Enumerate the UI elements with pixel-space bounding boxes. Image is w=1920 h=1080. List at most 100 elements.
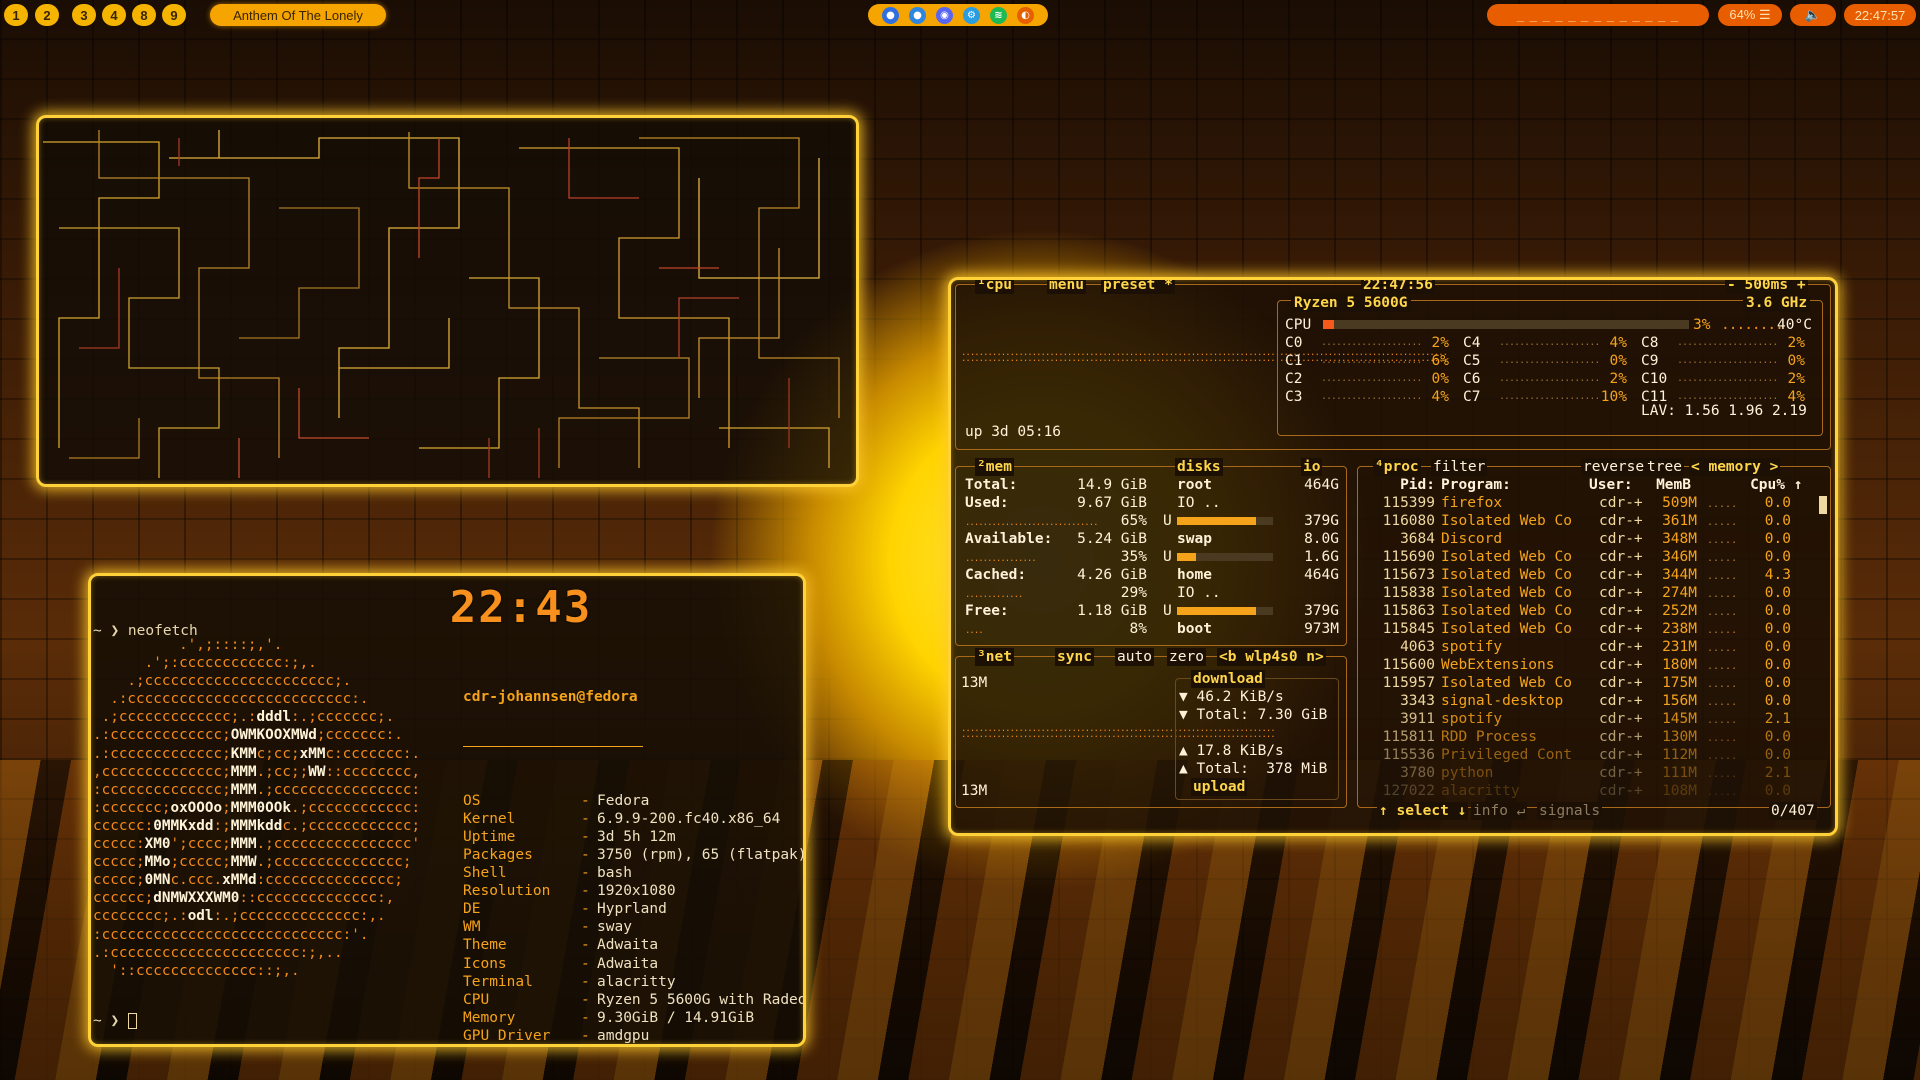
menu-tab[interactable]: menu [1047, 280, 1086, 294]
core-label: C10 [1641, 371, 1668, 387]
cpu-tab[interactable]: ¹cpu [975, 280, 1014, 294]
proc-row[interactable]: 116080 Isolated Web Co cdr-+ 361M..... 0.0 [1363, 512, 1791, 532]
info-value: Ryzen 5 5600G with Radeo [597, 991, 806, 1008]
settings-icon[interactable]: ⚙ [963, 6, 980, 24]
proc-row[interactable]: 115673 Isolated Web Co cdr-+ 344M..... 4.3 [1363, 566, 1791, 586]
proc-program: spotify [1441, 639, 1503, 655]
battery-status[interactable]: 64% ☰ [1718, 4, 1782, 26]
proc-program: Isolated Web Co [1441, 585, 1572, 601]
proc-row[interactable]: 115536 Privileged Cont cdr-+ 112M..... 0.0 [1363, 746, 1791, 766]
mem-value: 1.18 GiB [1077, 603, 1147, 619]
info-key: GPU Driver [463, 1027, 551, 1044]
net-zero[interactable]: zero [1167, 648, 1206, 666]
terminal-window[interactable]: 22:43 ~ ❯ neofetch .',;::::;,'. .';:cccc… [88, 573, 806, 1047]
info-value: alacritty [597, 973, 676, 990]
proc-reverse[interactable]: reverse [1581, 458, 1647, 476]
proc-user: cdr-+ [1599, 765, 1643, 781]
proc-pid: 3911 [1400, 711, 1435, 727]
proc-mem: 509M [1662, 495, 1697, 511]
proc-select[interactable]: ↑ select ↓ [1377, 802, 1469, 820]
proc-program: Privileged Cont [1441, 747, 1572, 763]
core-pct: 2% [1609, 371, 1627, 387]
workspace-3[interactable]: 3 [72, 4, 96, 26]
core-pct: 2% [1787, 335, 1805, 351]
btop-window[interactable]: ¹cpu menu preset * 22:47:56 - 500ms + ..… [948, 277, 1838, 836]
proc-mem: 361M [1662, 513, 1697, 529]
cpu-total-label: CPU [1285, 317, 1312, 333]
core-label: C2 [1285, 371, 1303, 387]
terminal-prompt[interactable]: ~ ❯ [93, 1012, 137, 1030]
proc-row[interactable]: 115957 Isolated Web Co cdr-+ 175M..... 0.0 [1363, 674, 1791, 694]
neofetch-info: cdr-johannsen@fedora OS - Fedora Kernel -6.9… [463, 652, 806, 1044]
speaker-icon[interactable]: 🔈 [1790, 4, 1836, 26]
proc-row[interactable]: 115863 Isolated Web Co cdr-+ 252M..... 0.0 [1363, 602, 1791, 622]
info-divider [463, 746, 643, 748]
workspace-8[interactable]: 8 [132, 4, 156, 26]
proc-row[interactable]: 3343 signal-desktop cdr-+ 156M..... 0.0 [1363, 692, 1791, 712]
net-interface[interactable]: <b wlp4s0 n> [1217, 648, 1326, 666]
proc-pid: 115845 [1382, 621, 1435, 637]
proc-sort[interactable]: < memory > [1689, 458, 1781, 476]
proc-row[interactable]: 115399 firefox cdr-+ 509M..... 0.0 [1363, 494, 1791, 514]
proc-row[interactable]: 3911 spotify cdr-+ 145M..... 2.1 [1363, 710, 1791, 730]
proc-pid: 3780 [1400, 765, 1435, 781]
proc-tree[interactable]: tree [1645, 458, 1684, 476]
proc-info[interactable]: info ↵ [1471, 802, 1528, 820]
spotify-icon[interactable]: ≋ [990, 6, 1007, 24]
proc-pid: 115811 [1382, 729, 1435, 745]
firefox-icon[interactable]: ◐ [1017, 6, 1034, 24]
proc-row[interactable]: 115600 WebExtensions cdr-+ 180M..... 0.0 [1363, 656, 1791, 676]
discord-icon[interactable]: ◉ [936, 6, 953, 24]
pipes-window[interactable] [36, 115, 859, 487]
proc-row[interactable]: 115690 Isolated Web Co cdr-+ 346M..... 0.0 [1363, 548, 1791, 568]
workspace-9[interactable]: 9 [162, 4, 186, 26]
preset-tab[interactable]: preset * [1101, 280, 1175, 294]
proc-mem: 145M [1662, 711, 1697, 727]
interval-control[interactable]: - 500ms + [1725, 280, 1808, 294]
proc-filter[interactable]: filter [1431, 458, 1488, 476]
mem-label: Used: [965, 495, 1009, 511]
proc-mem: 112M [1662, 747, 1697, 763]
net-sync[interactable]: sync [1055, 648, 1094, 666]
core-pct: 2% [1787, 371, 1805, 387]
proc-row[interactable]: 3780 python cdr-+ 111M..... 2.1 [1363, 764, 1791, 784]
proc-pid: 3343 [1400, 693, 1435, 709]
proc-row[interactable]: 3684 Discord cdr-+ 348M..... 0.0 [1363, 530, 1791, 550]
net-tab[interactable]: ³net [975, 648, 1014, 666]
core-pct: 0% [1609, 353, 1627, 369]
net-bottom-scale: 13M [961, 783, 988, 799]
workspace-2[interactable]: 2 [35, 4, 59, 26]
proc-row[interactable]: 115845 Isolated Web Co cdr-+ 238M..... 0.0 [1363, 620, 1791, 640]
ascii-line: .',;::::;,'. [93, 637, 283, 653]
disks-tab[interactable]: disks [1175, 458, 1223, 476]
cursor [127, 1013, 137, 1029]
io-tab[interactable]: io [1301, 458, 1323, 476]
proc-tab[interactable]: ⁴proc [1373, 458, 1421, 476]
proc-signals[interactable]: signals [1537, 802, 1603, 820]
net-auto[interactable]: auto [1115, 648, 1154, 666]
chromium-icon[interactable]: ● [909, 6, 926, 24]
workspace-4[interactable]: 4 [102, 4, 126, 26]
proc-program: spotify [1441, 711, 1503, 727]
mem-tab[interactable]: ²mem [975, 458, 1014, 476]
mem-pct: 65% [1120, 513, 1147, 529]
proc-row[interactable]: 4063 spotify cdr-+ 231M..... 0.0 [1363, 638, 1791, 658]
proc-pid: 127022 [1382, 783, 1435, 799]
media-title[interactable]: Anthem Of The Lonely [210, 4, 386, 26]
info-row: GPU Driver - amdgpu [463, 1027, 803, 1044]
proc-row[interactable]: 115838 Isolated Web Co cdr-+ 274M..... 0.0 [1363, 584, 1791, 604]
pipes-art [43, 130, 840, 478]
ascii-line: .:cccccccccccccccccccccc:;,.. [93, 944, 343, 961]
chromium-icon[interactable]: ● [882, 6, 899, 24]
ascii-line: .:ccccccccccccc;OWMKOOXMWd;ccccccc:. [93, 727, 403, 744]
proc-row[interactable]: 115811 RDD Process cdr-+ 130M..... 0.0 [1363, 728, 1791, 748]
proc-row[interactable]: 127022 alacritty cdr-+ 108M..... 0.0 [1363, 782, 1791, 802]
workspace-1[interactable]: 1 [4, 4, 28, 26]
proc-user: cdr-+ [1599, 657, 1643, 673]
mem-pct: 35% [1120, 549, 1147, 565]
proc-scrollbar[interactable] [1819, 496, 1827, 514]
top-clock: 22:47:57 [1844, 4, 1916, 26]
ascii-line: ,cccccccccccccc;MMM.;cc;;WW::cccccccc, [93, 763, 421, 780]
disk-name: home [1177, 567, 1212, 583]
user-host: cdr-johannsen@fedora [463, 689, 638, 706]
